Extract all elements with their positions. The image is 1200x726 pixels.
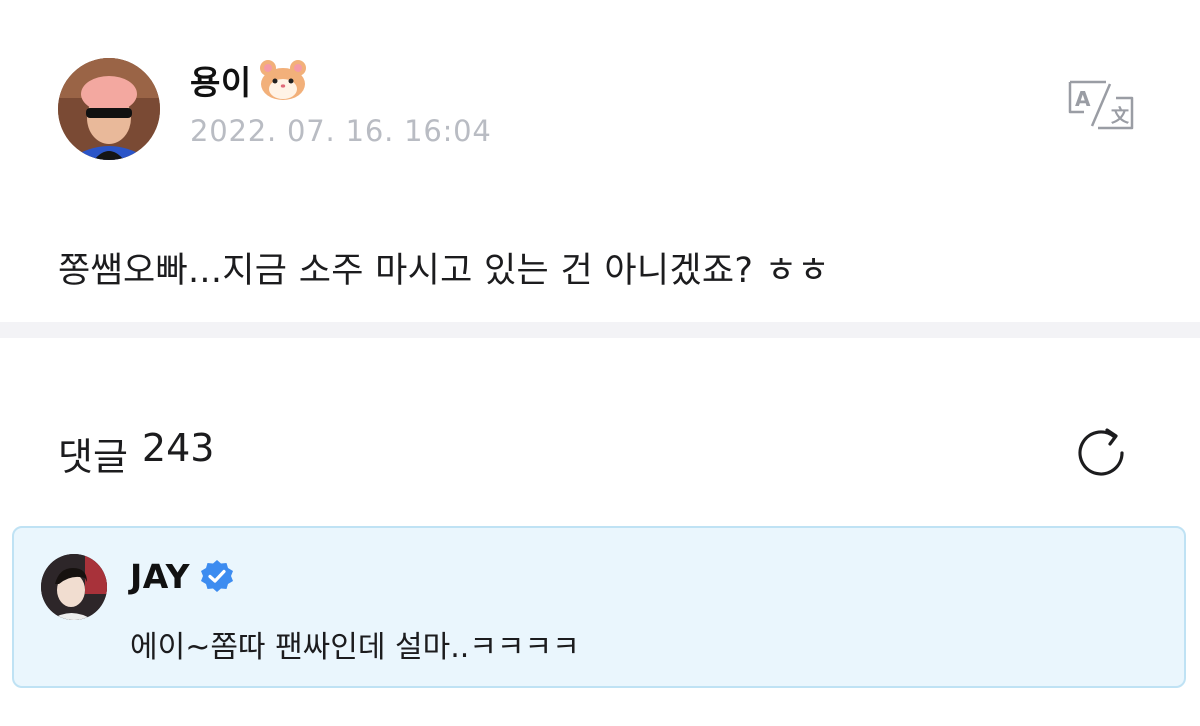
author-name-row: 용이 — [190, 56, 308, 104]
comments-count: 243 — [141, 426, 215, 470]
post-timestamp: 2022. 07. 16. 16:04 — [190, 114, 492, 148]
author-avatar[interactable] — [58, 58, 160, 160]
refresh-button[interactable] — [1072, 424, 1130, 482]
post-card: 용이 2022. 07. 16. 16:04 A 文 쫑쌤오빠...지금 소주 … — [0, 0, 1200, 322]
comments-label: 댓글 — [58, 435, 128, 479]
svg-text:A: A — [1075, 87, 1091, 111]
comment-author-avatar[interactable] — [41, 554, 107, 620]
comment-author-name[interactable]: JAY — [130, 557, 190, 596]
refresh-icon — [1078, 428, 1124, 476]
svg-text:文: 文 — [1111, 105, 1130, 127]
author-name[interactable]: 용이 — [190, 56, 252, 104]
highlighted-comment[interactable]: JAY 에이~쫌따 팬싸인데 설마..ㅋㅋㅋㅋ — [12, 526, 1186, 688]
section-divider — [0, 322, 1200, 338]
translate-button[interactable]: A 文 — [1062, 78, 1140, 132]
comments-header: 댓글 243 — [58, 426, 214, 481]
translate-icon: A 文 — [1068, 80, 1134, 130]
comment-author-row: JAY — [130, 554, 234, 598]
post-body-text: 쫑쌤오빠...지금 소주 마시고 있는 건 아니겠죠? ㅎㅎ — [58, 251, 830, 291]
comment-body-text: 에이~쫌따 팬싸인데 설마..ㅋㅋㅋㅋ — [130, 630, 580, 665]
verified-badge-icon — [201, 560, 234, 592]
hamster-face-icon — [259, 60, 306, 100]
